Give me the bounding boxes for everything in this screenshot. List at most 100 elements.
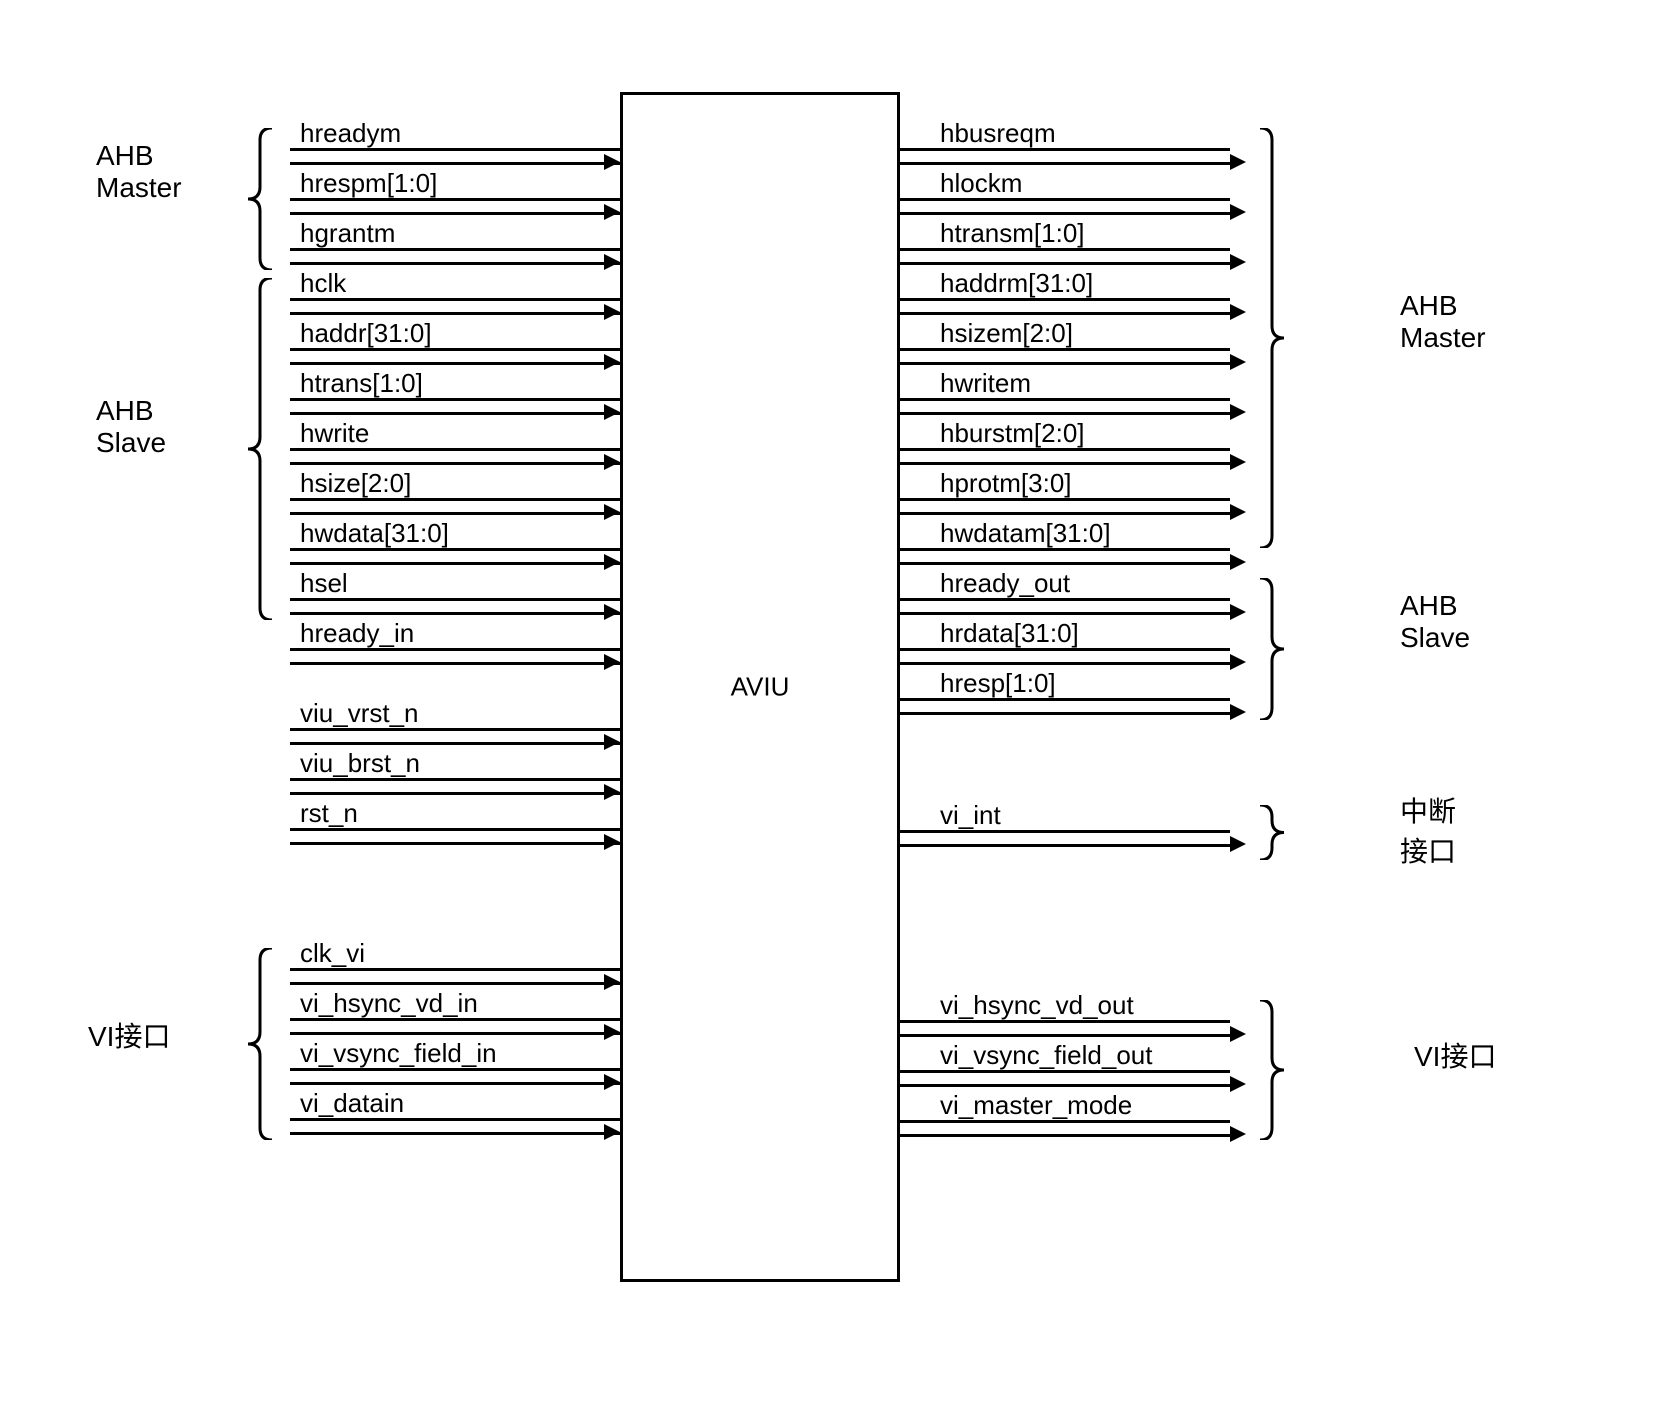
signal-underline bbox=[290, 1118, 620, 1121]
signal-line bbox=[290, 562, 620, 565]
signal-line bbox=[900, 612, 1230, 615]
signal-underline bbox=[290, 248, 620, 251]
signal-label: hgrantm bbox=[300, 218, 395, 249]
signal-label: hburstm[2:0] bbox=[940, 418, 1085, 449]
arrow-right-icon bbox=[604, 454, 620, 470]
signal-line bbox=[290, 162, 620, 165]
signal-label: hwritem bbox=[940, 368, 1031, 399]
arrow-right-icon bbox=[604, 204, 620, 220]
signal-underline bbox=[900, 448, 1230, 451]
signal-label: haddr[31:0] bbox=[300, 318, 432, 349]
signal-label: hwrite bbox=[300, 418, 369, 449]
signal-underline bbox=[900, 498, 1230, 501]
signal-line bbox=[290, 212, 620, 215]
brace-icon bbox=[242, 278, 282, 620]
arrow-right-icon bbox=[1230, 304, 1246, 320]
group-label: AHBSlave bbox=[1400, 590, 1470, 654]
aviu-block: AVIU bbox=[620, 92, 900, 1282]
aviu-label: AVIU bbox=[731, 672, 790, 703]
signal-label: vi_hsync_vd_in bbox=[300, 988, 478, 1019]
signal-label: haddrm[31:0] bbox=[940, 268, 1093, 299]
signal-underline bbox=[900, 1070, 1230, 1073]
signal-underline bbox=[900, 598, 1230, 601]
signal-underline bbox=[290, 398, 620, 401]
brace-icon bbox=[242, 948, 282, 1140]
arrow-right-icon bbox=[604, 304, 620, 320]
arrow-right-icon bbox=[1230, 604, 1246, 620]
signal-label: hsizem[2:0] bbox=[940, 318, 1073, 349]
arrow-right-icon bbox=[1230, 1076, 1246, 1092]
arrow-right-icon bbox=[604, 504, 620, 520]
signal-line bbox=[900, 712, 1230, 715]
signal-label: hbusreqm bbox=[940, 118, 1056, 149]
brace-icon bbox=[1250, 1000, 1290, 1140]
arrow-right-icon bbox=[1230, 254, 1246, 270]
signal-label: hwdatam[31:0] bbox=[940, 518, 1111, 549]
signal-underline bbox=[290, 1018, 620, 1021]
arrow-right-icon bbox=[1230, 1026, 1246, 1042]
arrow-right-icon bbox=[1230, 454, 1246, 470]
arrow-right-icon bbox=[1230, 836, 1246, 852]
signal-underline bbox=[900, 148, 1230, 151]
signal-underline bbox=[900, 198, 1230, 201]
brace-icon bbox=[1250, 805, 1290, 860]
signal-label: hwdata[31:0] bbox=[300, 518, 449, 549]
signal-label: hreadym bbox=[300, 118, 401, 149]
signal-underline bbox=[290, 648, 620, 651]
arrow-right-icon bbox=[1230, 1126, 1246, 1142]
signal-line bbox=[900, 512, 1230, 515]
group-label: AHBSlave bbox=[96, 395, 166, 459]
signal-underline bbox=[290, 1068, 620, 1071]
arrow-right-icon bbox=[604, 154, 620, 170]
signal-label: hresp[1:0] bbox=[940, 668, 1056, 699]
signal-underline bbox=[290, 348, 620, 351]
signal-underline bbox=[290, 448, 620, 451]
signal-line bbox=[290, 612, 620, 615]
signal-line bbox=[900, 212, 1230, 215]
signal-label: vi_vsync_field_in bbox=[300, 1038, 497, 1069]
arrow-right-icon bbox=[1230, 654, 1246, 670]
signal-underline bbox=[290, 778, 620, 781]
signal-underline bbox=[290, 728, 620, 731]
signal-underline bbox=[290, 148, 620, 151]
signal-underline bbox=[900, 830, 1230, 833]
signal-line bbox=[900, 1034, 1230, 1037]
arrow-right-icon bbox=[1230, 554, 1246, 570]
arrow-right-icon bbox=[1230, 204, 1246, 220]
arrow-right-icon bbox=[604, 1124, 620, 1140]
signal-label: vi_master_mode bbox=[940, 1090, 1132, 1121]
signal-label: vi_vsync_field_out bbox=[940, 1040, 1152, 1071]
signal-label: rst_n bbox=[300, 798, 358, 829]
signal-label: hlockm bbox=[940, 168, 1022, 199]
signal-underline bbox=[900, 1020, 1230, 1023]
signal-line bbox=[900, 362, 1230, 365]
signal-line bbox=[290, 662, 620, 665]
signal-line bbox=[900, 1134, 1230, 1137]
arrow-right-icon bbox=[604, 604, 620, 620]
group-label: VI接口 bbox=[88, 1015, 170, 1055]
signal-line bbox=[900, 662, 1230, 665]
signal-underline bbox=[900, 648, 1230, 651]
group-label: AHBMaster bbox=[1400, 290, 1486, 354]
signal-label: viu_vrst_n bbox=[300, 698, 419, 729]
signal-line bbox=[290, 312, 620, 315]
arrow-right-icon bbox=[604, 784, 620, 800]
signal-underline bbox=[900, 398, 1230, 401]
signal-line bbox=[290, 1032, 620, 1035]
arrow-right-icon bbox=[604, 834, 620, 850]
signal-underline bbox=[900, 698, 1230, 701]
signal-line bbox=[290, 792, 620, 795]
group-label: AHBMaster bbox=[96, 140, 182, 204]
signal-line bbox=[900, 1084, 1230, 1087]
signal-label: vi_hsync_vd_out bbox=[940, 990, 1134, 1021]
arrow-right-icon bbox=[1230, 704, 1246, 720]
signal-underline bbox=[900, 1120, 1230, 1123]
arrow-right-icon bbox=[1230, 404, 1246, 420]
arrow-right-icon bbox=[604, 974, 620, 990]
signal-label: hready_in bbox=[300, 618, 414, 649]
signal-label: clk_vi bbox=[300, 938, 365, 969]
signal-line bbox=[900, 312, 1230, 315]
signal-underline bbox=[900, 248, 1230, 251]
signal-line bbox=[290, 1082, 620, 1085]
arrow-right-icon bbox=[1230, 504, 1246, 520]
